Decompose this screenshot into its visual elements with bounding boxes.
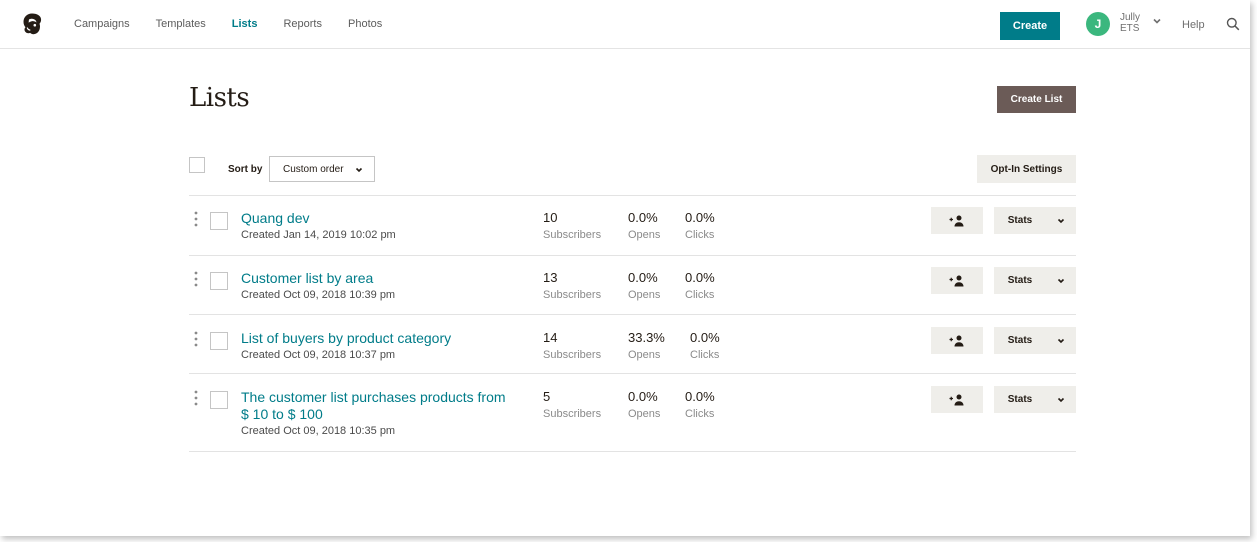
- list-name-link[interactable]: The customer list purchases products fro…: [241, 389, 509, 423]
- create-button[interactable]: Create: [1000, 12, 1060, 40]
- add-subscriber-icon: [949, 335, 964, 346]
- stats-button[interactable]: Stats: [994, 386, 1046, 413]
- add-subscriber-icon: [949, 275, 964, 286]
- search-icon[interactable]: [1226, 17, 1240, 31]
- mailchimp-logo-icon[interactable]: [20, 12, 44, 36]
- chevron-down-icon: [1057, 278, 1065, 283]
- list-name-link[interactable]: Quang dev: [241, 210, 511, 227]
- subscribers-label: Subscribers: [543, 408, 602, 420]
- list-name-link[interactable]: List of buyers by product category: [241, 330, 541, 347]
- nav-links: Campaigns Templates Lists Reports Photos: [74, 0, 382, 48]
- divider: [189, 255, 1076, 256]
- row-checkbox[interactable]: [210, 332, 228, 350]
- subscribers-label: Subscribers: [543, 229, 602, 241]
- nav-templates[interactable]: Templates: [156, 18, 206, 30]
- row-checkbox[interactable]: [210, 391, 228, 409]
- list-name-link[interactable]: Customer list by area: [241, 270, 511, 287]
- subscribers-count: 13: [543, 270, 558, 285]
- add-subscriber-icon: [949, 215, 964, 226]
- list-created-date: Created Oct 09, 2018 10:39 pm: [241, 289, 396, 301]
- clicks-label: Clicks: [685, 229, 715, 241]
- divider: [189, 451, 1076, 452]
- subscribers-count: 10: [543, 210, 558, 225]
- subscribers-label: Subscribers: [543, 349, 602, 361]
- kebab-icon[interactable]: [194, 211, 198, 227]
- add-subscriber-button[interactable]: [931, 386, 983, 413]
- opens-label: Opens: [628, 229, 661, 241]
- clicks-rate: 0.0%: [685, 270, 715, 285]
- chevron-down-icon: [1057, 338, 1065, 343]
- clicks-label: Clicks: [685, 408, 715, 420]
- select-all-checkbox[interactable]: [189, 157, 205, 173]
- add-subscriber-button[interactable]: [931, 327, 983, 354]
- divider: [189, 373, 1076, 374]
- add-subscriber-button[interactable]: [931, 267, 983, 294]
- nav-campaigns[interactable]: Campaigns: [74, 18, 130, 30]
- clicks-rate: 0.0%: [685, 389, 715, 404]
- opens-rate: 33.3%: [628, 330, 665, 345]
- opens-rate: 0.0%: [628, 270, 658, 285]
- avatar[interactable]: J: [1086, 12, 1110, 36]
- kebab-icon[interactable]: [194, 390, 198, 406]
- row-checkbox[interactable]: [210, 212, 228, 230]
- stats-dropdown-button[interactable]: [1046, 386, 1076, 413]
- nav-photos[interactable]: Photos: [348, 18, 382, 30]
- subscribers-count: 14: [543, 330, 558, 345]
- sort-select[interactable]: Custom order: [269, 156, 375, 182]
- help-link[interactable]: Help: [1182, 19, 1205, 31]
- app-frame: Campaigns Templates Lists Reports Photos…: [0, 0, 1250, 536]
- user-org: ETS: [1120, 23, 1140, 34]
- row-checkbox[interactable]: [210, 272, 228, 290]
- kebab-icon[interactable]: [194, 331, 198, 347]
- kebab-icon[interactable]: [194, 271, 198, 287]
- stats-dropdown-button[interactable]: [1046, 327, 1076, 354]
- opens-rate: 0.0%: [628, 210, 658, 225]
- user-name: Jully: [1120, 12, 1141, 23]
- chevron-down-icon: [1057, 218, 1065, 223]
- stats-dropdown-button[interactable]: [1046, 267, 1076, 294]
- clicks-rate: 0.0%: [685, 210, 715, 225]
- opens-rate: 0.0%: [628, 389, 658, 404]
- list-created-date: Created Oct 09, 2018 10:35 pm: [241, 425, 396, 437]
- stats-button[interactable]: Stats: [994, 327, 1046, 354]
- clicks-label: Clicks: [690, 349, 720, 361]
- nav-lists[interactable]: Lists: [232, 18, 258, 30]
- stats-dropdown-button[interactable]: [1046, 207, 1076, 234]
- opens-label: Opens: [628, 408, 661, 420]
- user-account[interactable]: Jully ETS: [1120, 12, 1140, 34]
- stats-button[interactable]: Stats: [994, 267, 1046, 294]
- sort-by-label: Sort by: [228, 164, 263, 175]
- opt-in-settings-button[interactable]: Opt-In Settings: [977, 155, 1076, 183]
- divider: [189, 195, 1076, 196]
- opens-label: Opens: [628, 289, 661, 301]
- create-list-button[interactable]: Create List: [997, 86, 1076, 113]
- subscribers-count: 5: [543, 389, 551, 404]
- clicks-rate: 0.0%: [690, 330, 720, 345]
- add-subscriber-button[interactable]: [931, 207, 983, 234]
- chevron-down-icon: [355, 167, 363, 173]
- sort-select-value: Custom order: [283, 163, 344, 175]
- chevron-down-icon[interactable]: [1152, 16, 1162, 26]
- clicks-label: Clicks: [685, 289, 715, 301]
- stats-button[interactable]: Stats: [994, 207, 1046, 234]
- add-subscriber-icon: [949, 394, 964, 405]
- subscribers-label: Subscribers: [543, 289, 602, 301]
- list-created-date: Created Oct 09, 2018 10:37 pm: [241, 349, 396, 361]
- divider: [189, 314, 1076, 315]
- chevron-down-icon: [1057, 397, 1065, 402]
- page-title: Lists: [189, 83, 250, 113]
- opens-label: Opens: [628, 349, 661, 361]
- top-nav: Campaigns Templates Lists Reports Photos…: [0, 0, 1250, 49]
- list-created-date: Created Jan 14, 2019 10:02 pm: [241, 229, 396, 241]
- nav-reports[interactable]: Reports: [283, 18, 322, 30]
